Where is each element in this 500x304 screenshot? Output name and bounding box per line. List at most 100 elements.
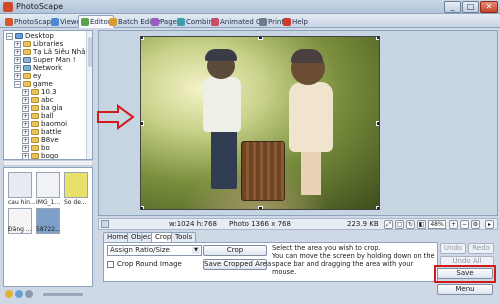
- photo-girl: [301, 151, 321, 195]
- crop-handle[interactable]: [376, 37, 379, 40]
- expand-icon[interactable]: +: [22, 121, 29, 128]
- maximize-button[interactable]: □: [462, 1, 479, 13]
- crop-hint-line-1: Select the area you wish to crop.: [272, 244, 381, 252]
- folder-icon: [31, 121, 39, 127]
- tree-scrollbar[interactable]: [86, 31, 92, 159]
- expand-icon[interactable]: +: [14, 73, 21, 80]
- photo-suitcase: [241, 141, 285, 201]
- expand-icon[interactable]: +: [22, 137, 29, 144]
- save-cropped-area-button[interactable]: Save Cropped Area: [203, 259, 271, 270]
- photo-boy-body: [203, 77, 241, 132]
- star-icon[interactable]: [5, 290, 13, 298]
- fit-icon[interactable]: ⤢: [384, 220, 393, 229]
- status-bar: w:1024 h:768 Photo 1366 x 768 223.9 KB ⤢…: [98, 218, 498, 230]
- thumbnail-image[interactable]: [36, 172, 60, 198]
- photo-boy-cap: [205, 49, 237, 61]
- left-bottom-toolbar: [3, 288, 93, 300]
- expand-icon[interactable]: +: [14, 65, 21, 72]
- compare-icon[interactable]: ◧: [417, 220, 426, 229]
- expand-icon[interactable]: +: [22, 89, 29, 96]
- crop-handle[interactable]: [141, 121, 144, 126]
- tree-horizontal-scrollbar[interactable]: [3, 160, 93, 166]
- expand-icon[interactable]: +: [22, 97, 29, 104]
- crop-handle[interactable]: [141, 206, 144, 209]
- zoom-level[interactable]: 48%: [428, 220, 446, 229]
- collapse-icon[interactable]: −: [6, 33, 13, 40]
- thumbnail-size-slider[interactable]: [43, 293, 83, 296]
- folder-icon[interactable]: [15, 290, 23, 298]
- scroll-right-icon[interactable]: ▸: [485, 220, 494, 229]
- tab-tools[interactable]: Tools: [171, 232, 197, 242]
- thumbnail-image[interactable]: [8, 172, 32, 198]
- edit-tabs: Home Object Crop Tools: [103, 232, 198, 242]
- crop-handle[interactable]: [376, 121, 379, 126]
- crop-handle[interactable]: [258, 206, 263, 209]
- checkbox-box[interactable]: [107, 261, 114, 268]
- photoscape-app-icon: [3, 2, 13, 12]
- folder-icon: [31, 137, 39, 143]
- settings-icon[interactable]: ⚙: [471, 220, 480, 229]
- menu-button[interactable]: Menu: [437, 284, 493, 295]
- photo-preview[interactable]: [140, 36, 380, 210]
- photo-girl-body: [289, 82, 333, 152]
- undo-button[interactable]: Undo: [440, 243, 466, 254]
- close-button[interactable]: ✕: [480, 1, 498, 13]
- tree-label: bogo: [41, 152, 59, 160]
- minimize-button[interactable]: _: [444, 1, 461, 13]
- selection-size: w:1024 h:768: [169, 220, 217, 228]
- zoom-out-icon[interactable]: −: [460, 220, 469, 229]
- ratio-size-value: Assign Ratio/Size: [110, 246, 170, 254]
- help-icon: [283, 18, 291, 26]
- folder-icon: [31, 105, 39, 111]
- photo-boy: [211, 131, 237, 189]
- folder-icon: [23, 73, 31, 79]
- tab-help[interactable]: Help: [280, 15, 311, 28]
- photoscape-icon: [5, 18, 13, 26]
- network-icon: [23, 65, 31, 71]
- folder-icon: [31, 145, 39, 151]
- crop-handle[interactable]: [141, 37, 144, 40]
- redo-button[interactable]: Redo: [468, 243, 494, 254]
- scroll-left-icon[interactable]: [101, 220, 109, 228]
- thumbnail-label: IMG_1...: [36, 199, 61, 206]
- thumbnail-label: cau hin...: [8, 199, 36, 206]
- crop-hint-line-2: You can move the screen by holding down …: [272, 252, 435, 276]
- thumbnail-panel[interactable]: cau hin... IMG_1... So de... Đăng ... 58…: [3, 167, 93, 287]
- title-bar: PhotoScape _ □ ✕: [0, 0, 500, 14]
- scrollbar-thumb[interactable]: [88, 37, 92, 67]
- folder-icon: [31, 153, 39, 159]
- thumbnail-label: So de...: [64, 199, 87, 206]
- expand-icon[interactable]: +: [22, 129, 29, 136]
- chevron-down-icon: ▼: [192, 247, 200, 254]
- page-icon: [151, 18, 159, 26]
- collapse-icon[interactable]: −: [14, 81, 21, 88]
- file-size: 223.9 KB: [347, 220, 379, 228]
- crop-handle[interactable]: [376, 206, 379, 209]
- combine-icon: [177, 18, 185, 26]
- crop-button[interactable]: Crop: [203, 245, 267, 256]
- tab-label: Help: [292, 18, 308, 26]
- crop-handle[interactable]: [258, 37, 263, 40]
- expand-icon[interactable]: +: [22, 153, 29, 159]
- expand-icon[interactable]: +: [22, 113, 29, 120]
- checkbox-label: Crop Round Image: [117, 260, 182, 268]
- folder-icon: [31, 129, 39, 135]
- expand-icon[interactable]: +: [14, 57, 21, 64]
- folder-icon: [23, 41, 31, 47]
- refresh-icon[interactable]: [25, 290, 33, 298]
- expand-icon[interactable]: +: [22, 105, 29, 112]
- window-title: PhotoScape: [16, 2, 64, 11]
- ratio-size-select[interactable]: Assign Ratio/Size ▼: [107, 245, 202, 256]
- folder-icon: [31, 113, 39, 119]
- rotate-icon[interactable]: ↻: [406, 220, 415, 229]
- folder-icon: [23, 81, 31, 87]
- expand-icon[interactable]: +: [22, 145, 29, 152]
- zoom-in-icon[interactable]: +: [449, 220, 458, 229]
- computer-icon: [23, 57, 31, 63]
- folder-tree[interactable]: − Desktop + Libraries + Tạ Lã Siêu Nhân + Su…: [3, 30, 93, 160]
- actual-size-icon[interactable]: ▢: [395, 220, 404, 229]
- photo-dimensions: Photo 1366 x 768: [229, 220, 291, 228]
- expand-icon[interactable]: +: [14, 41, 21, 48]
- expand-icon[interactable]: +: [14, 49, 21, 56]
- thumbnail-image[interactable]: [64, 172, 88, 198]
